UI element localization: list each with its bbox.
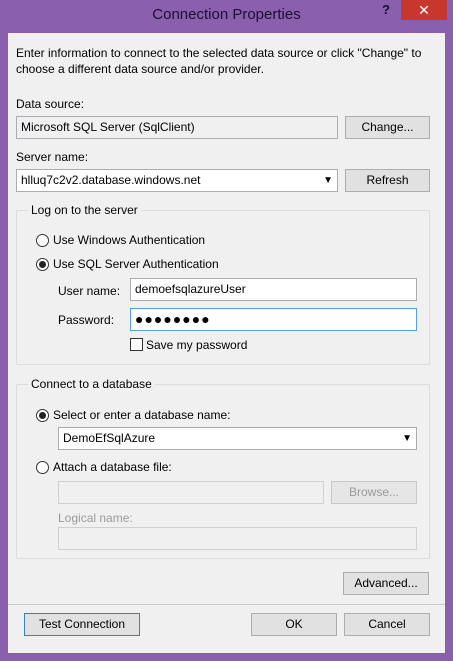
chevron-down-icon[interactable]: ▼ — [323, 170, 333, 191]
database-name-combobox[interactable]: DemoEfSqlAzure ▼ — [58, 427, 417, 450]
username-label: User name: — [58, 284, 121, 298]
dialog-client-area: Enter information to connect to the sele… — [8, 33, 445, 653]
sql-auth-radio[interactable] — [36, 258, 49, 271]
intro-text-line1: Enter information to connect to the sele… — [16, 46, 422, 60]
database-group-title: Connect to a database — [28, 377, 155, 391]
attach-file-label[interactable]: Attach a database file: — [53, 460, 172, 474]
title-bar[interactable]: Connection Properties ? ✕ — [0, 0, 453, 32]
select-database-radio[interactable] — [36, 409, 49, 422]
windows-auth-radio[interactable] — [36, 234, 49, 247]
username-input[interactable]: demoefsqlazureUser — [130, 278, 417, 301]
save-password-label[interactable]: Save my password — [146, 338, 247, 352]
server-name-value: hlluq7c2v2.database.windows.net — [21, 173, 201, 187]
database-name-value: DemoEfSqlAzure — [63, 431, 156, 445]
connection-properties-window: Connection Properties ? ✕ Enter informat… — [0, 0, 453, 661]
logical-name-label: Logical name: — [58, 511, 133, 525]
attach-file-input — [58, 481, 324, 504]
advanced-button[interactable]: Advanced... — [343, 572, 429, 595]
close-icon[interactable]: ✕ — [401, 0, 447, 20]
password-input[interactable]: ●●●●●●●● — [130, 308, 417, 331]
save-password-checkbox[interactable] — [130, 338, 143, 351]
chevron-down-icon[interactable]: ▼ — [402, 428, 412, 449]
password-label: Password: — [58, 313, 115, 327]
sql-auth-label[interactable]: Use SQL Server Authentication — [53, 257, 219, 271]
attach-file-radio[interactable] — [36, 461, 49, 474]
intro-text-line2: choose a different data source and/or pr… — [16, 62, 264, 76]
select-database-label[interactable]: Select or enter a database name: — [53, 408, 230, 422]
server-name-label: Server name: — [16, 150, 89, 164]
logical-name-input — [58, 527, 417, 550]
server-name-combobox[interactable]: hlluq7c2v2.database.windows.net ▼ — [16, 169, 338, 192]
windows-auth-label[interactable]: Use Windows Authentication — [53, 233, 205, 247]
browse-button: Browse... — [331, 481, 417, 504]
ok-button[interactable]: OK — [251, 613, 337, 636]
test-connection-button[interactable]: Test Connection — [24, 613, 140, 636]
footer-divider — [8, 604, 445, 605]
data-source-field: Microsoft SQL Server (SqlClient) — [16, 116, 338, 139]
cancel-button[interactable]: Cancel — [344, 613, 430, 636]
help-icon[interactable]: ? — [376, 2, 396, 22]
data-source-label: Data source: — [16, 97, 85, 111]
logon-group-title: Log on to the server — [28, 203, 141, 217]
change-button[interactable]: Change... — [345, 116, 430, 139]
refresh-button[interactable]: Refresh — [345, 169, 430, 192]
